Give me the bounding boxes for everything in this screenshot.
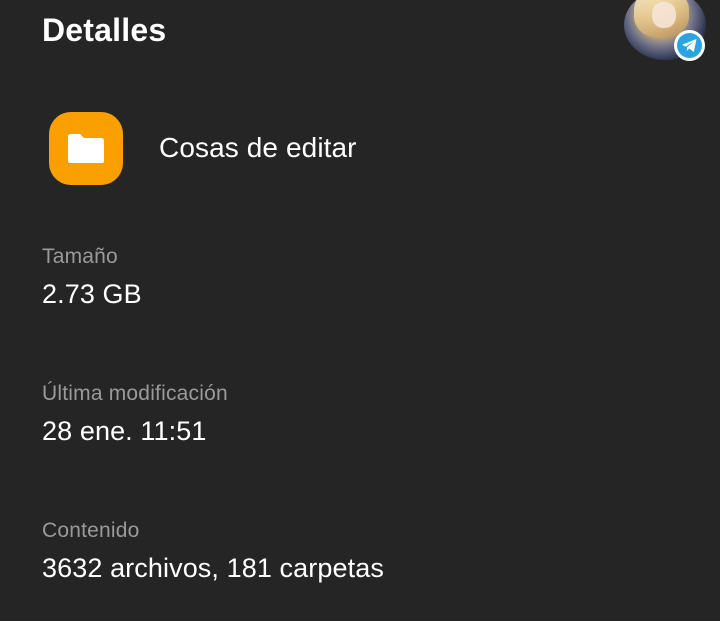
folder-icon <box>49 112 123 185</box>
folder-glyph-icon <box>68 134 104 163</box>
telegram-icon[interactable] <box>674 30 705 61</box>
page-title: Detalles <box>42 12 167 48</box>
modified-label: Última modificación <box>42 382 228 405</box>
folder-name: Cosas de editar <box>159 132 357 163</box>
telegram-badge-inner <box>677 33 702 58</box>
contents-label: Contenido <box>42 519 140 542</box>
modified-value: 28 ene. 11:51 <box>42 416 207 446</box>
contents-value: 3632 archivos, 181 carpetas <box>42 553 384 583</box>
details-screen: Detalles Cosas de editar Tamaño 2.73 GB … <box>0 0 720 621</box>
size-value: 2.73 GB <box>42 279 142 309</box>
size-label: Tamaño <box>42 245 118 268</box>
avatar-face <box>652 2 676 28</box>
telegram-plane-icon <box>682 39 697 52</box>
